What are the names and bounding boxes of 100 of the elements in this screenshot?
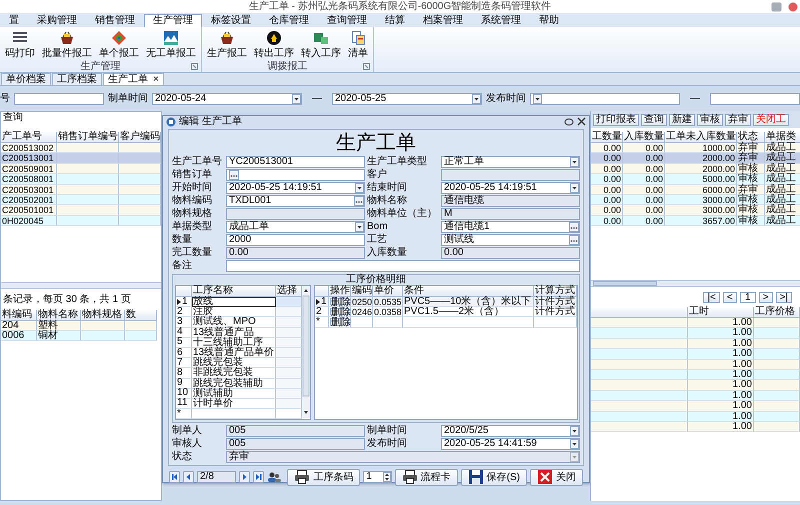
ribbon-button[interactable]: 码打印 [2, 29, 38, 61]
page-field[interactable]: 1 [740, 292, 756, 303]
input-field[interactable]: 005 [226, 438, 365, 450]
toolbar-button[interactable]: 审核 [697, 114, 723, 126]
ribbon-button[interactable]: 转出工序 [251, 29, 297, 61]
menu-tab[interactable]: 标签设置 [202, 14, 260, 27]
lookup-field[interactable]: TXDL001 [226, 195, 365, 207]
toolbar-button[interactable]: 打印报表 [593, 114, 639, 126]
dropdown-field[interactable] [530, 92, 680, 104]
restore-button[interactable] [564, 118, 574, 126]
pager-button[interactable]: > [758, 292, 773, 303]
ribbon-button[interactable]: 清单 [345, 29, 371, 61]
scrollbar[interactable] [1, 282, 161, 289]
lookup-field[interactable]: 通信电缆1 [441, 221, 580, 233]
delete-button[interactable]: 删除 [330, 308, 349, 316]
number-spinner[interactable]: 1 [363, 471, 392, 484]
dropdown-field[interactable]: 2020-05-25 14:41:59 [441, 438, 580, 450]
print-button[interactable]: 流程卡 [394, 468, 458, 486]
dialog-launcher-icon[interactable] [363, 63, 370, 70]
pager-button[interactable]: < [722, 292, 737, 303]
input-field[interactable]: 005 [226, 425, 365, 438]
ribbon-button[interactable]: 单个报工 [96, 29, 142, 61]
input-field[interactable] [226, 260, 580, 272]
input-field[interactable]: YC200513001 [226, 156, 365, 168]
input-field[interactable]: 0.00 [226, 247, 365, 259]
dropdown-field[interactable]: 2020-05-25 14:19:51 [226, 182, 365, 194]
menu-tab[interactable]: 查询管理 [318, 14, 376, 27]
toolbar-button[interactable]: 弃审 [725, 114, 751, 126]
input-field[interactable] [710, 92, 800, 104]
dropdown-button[interactable] [533, 94, 542, 104]
toolbar-button[interactable]: 关闭工 [753, 114, 789, 126]
lookup-field[interactable]: 测试线 [441, 234, 580, 246]
next-button[interactable] [239, 471, 250, 484]
table-cell: 塑料 [37, 320, 81, 331]
menu-tab[interactable]: 仓库管理 [260, 14, 318, 27]
dropdown-button[interactable] [570, 439, 579, 450]
pager-button[interactable]: |< [703, 292, 720, 303]
dropdown-field[interactable]: 2020-05-25 [332, 92, 482, 104]
dropdown-field[interactable]: 2020/5/25 [441, 425, 580, 438]
document-tab[interactable]: 工序档案 [52, 73, 102, 85]
menu-tab[interactable]: 系统管理 [472, 14, 530, 27]
ribbon-button[interactable]: 批量件报工 [39, 29, 95, 61]
menu-tab[interactable]: 销售管理 [86, 14, 144, 27]
record-field[interactable]: 2/8 [197, 471, 236, 484]
document-tab[interactable]: 生产工单 × [103, 73, 164, 85]
input-field[interactable]: 2000 [226, 234, 365, 246]
dropdown-button[interactable] [355, 222, 364, 232]
dropdown-button[interactable] [570, 157, 579, 167]
ribbon-button[interactable]: 生产报工 [204, 29, 250, 61]
dropdown-button[interactable] [292, 94, 301, 104]
save-button[interactable]: 保存(S) [460, 468, 527, 486]
scrollbar-thumb[interactable] [593, 281, 657, 286]
document-tab[interactable]: 单价档案 [1, 73, 51, 85]
ellipsis-button[interactable] [229, 170, 239, 180]
input-field[interactable]: M [441, 208, 580, 220]
dropdown-field[interactable]: 成品工单 [226, 221, 365, 233]
toolbar-button[interactable]: 新建 [669, 114, 695, 126]
input-field[interactable] [441, 169, 580, 181]
ellipsis-button[interactable] [569, 222, 579, 232]
previous-button[interactable] [183, 471, 194, 484]
menu-tab[interactable]: 置 [0, 14, 28, 27]
dropdown-button[interactable] [355, 183, 364, 193]
dropdown-field[interactable]: 2020-05-25 14:19:51 [441, 182, 580, 194]
dropdown-field[interactable]: 正常工单 [441, 156, 580, 168]
menu-tab[interactable]: 生产管理 [144, 14, 202, 27]
dropdown-button[interactable] [570, 426, 579, 436]
close-button[interactable]: 关闭 [530, 468, 583, 486]
menu-tab[interactable]: 结算 [376, 14, 414, 27]
dropdown-field[interactable]: 2020-05-24 [152, 92, 302, 104]
lookup-field[interactable] [226, 169, 365, 181]
input-field[interactable]: 通信电缆 [441, 195, 580, 207]
dropdown-button[interactable] [472, 94, 481, 104]
close-button[interactable]: × [153, 74, 159, 85]
row-number: 1 [182, 296, 188, 307]
menu-tab[interactable]: 帮助 [530, 14, 568, 27]
dropdown-field[interactable]: 弃审 [226, 451, 580, 464]
pager-button[interactable]: >| [776, 292, 792, 303]
first-button[interactable] [169, 471, 180, 484]
last-button[interactable] [253, 471, 264, 484]
input-field[interactable]: 0.00 [441, 247, 580, 259]
menu-tab[interactable]: 档案管理 [414, 14, 472, 27]
delete-button[interactable]: 删除 [330, 318, 349, 326]
close-button[interactable] [577, 117, 586, 126]
dialog-launcher-icon[interactable] [191, 63, 198, 70]
toolbar-button[interactable]: 查询 [641, 114, 667, 126]
users-icon[interactable] [267, 471, 282, 484]
scrollbar[interactable] [302, 286, 310, 418]
ribbon-button[interactable]: 转入工序 [298, 29, 344, 61]
print-button[interactable]: 工序条码 [287, 468, 360, 486]
ellipsis-button[interactable] [569, 235, 579, 245]
ribbon-button[interactable]: 无工单报工 [143, 29, 199, 61]
table-cell: 1.00 [688, 349, 754, 360]
scrollbar[interactable] [591, 280, 800, 287]
delete-button[interactable]: 删除 [330, 298, 349, 306]
input-field[interactable] [226, 208, 365, 220]
menu-tab[interactable]: 采购管理 [28, 14, 86, 27]
input-field[interactable] [14, 92, 104, 104]
dropdown-button[interactable] [570, 183, 579, 193]
spin-buttons[interactable] [382, 472, 391, 482]
ellipsis-button[interactable] [354, 196, 364, 206]
